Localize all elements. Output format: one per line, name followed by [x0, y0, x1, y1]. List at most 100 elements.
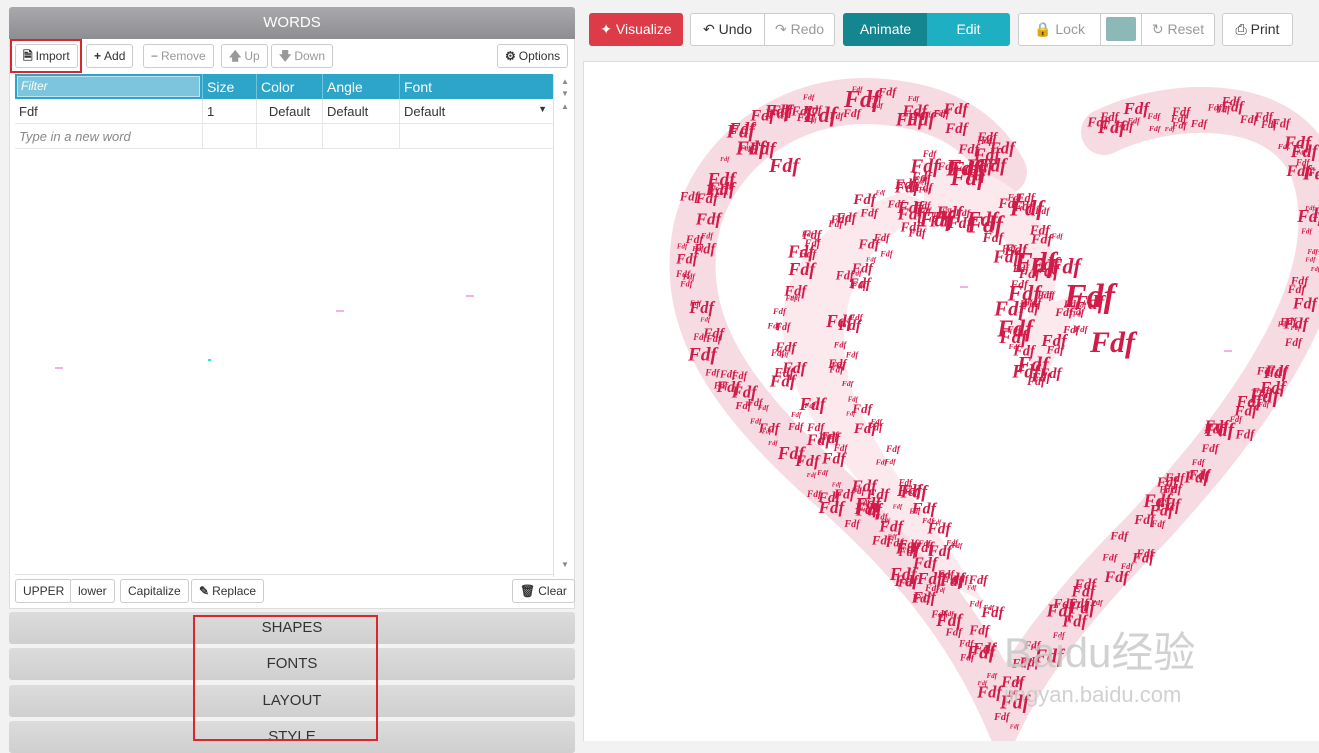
cloud-word: Fdf	[705, 334, 723, 345]
watermark-url: jingyan.baidu.com	[1003, 682, 1181, 707]
redo-icon: ↷	[775, 21, 787, 37]
lower-button[interactable]: lower	[70, 579, 115, 603]
edit-icon: ✎	[199, 584, 209, 598]
cloud-word: Fdf	[873, 233, 891, 244]
cloud-word: Fdf	[806, 490, 822, 500]
scroll-up-icon[interactable]: ▲	[561, 102, 569, 111]
cloud-word: Fdf	[1109, 528, 1129, 542]
down-button[interactable]: 🡇Down	[271, 44, 333, 68]
visualize-button[interactable]: ✦ Visualize	[589, 13, 683, 46]
cloud-word: Fdf	[787, 422, 805, 433]
cloud-word: Fdf	[943, 99, 970, 118]
cloud-word: Fdf	[1188, 467, 1212, 483]
cloud-word: Fdf	[1284, 337, 1303, 349]
magic-wand-icon: ✦	[600, 21, 612, 37]
cloud-word: Fdf	[731, 383, 759, 402]
column-header-size[interactable]: Size	[203, 74, 257, 99]
table-row[interactable]: Fdf 1 Default Default Default ▼	[15, 99, 553, 124]
options-button[interactable]: ⚙Options	[497, 44, 568, 68]
stray-pixel	[208, 359, 211, 361]
scroll-down-icon[interactable]: ▼	[561, 560, 569, 569]
cloud-word: Fdf	[704, 369, 720, 379]
words-panel-header[interactable]: WORDS	[9, 7, 575, 39]
lock-button[interactable]: 🔒 Lock	[1018, 13, 1101, 46]
cloud-word: Fdf	[720, 157, 730, 163]
scroll-up-icon[interactable]: ▲	[561, 77, 569, 86]
cloud-word: Fdf	[978, 680, 988, 687]
edit-button[interactable]: Edit	[927, 13, 1010, 46]
undo-button[interactable]: ↶ Undo	[690, 13, 765, 46]
cloud-word: Fdf	[832, 482, 842, 488]
cloud-word: Fdf	[980, 136, 996, 147]
cloud-word: Fdf	[968, 599, 983, 609]
word-cell[interactable]: Fdf	[15, 99, 203, 124]
cloud-word: Fdf	[1170, 114, 1188, 125]
table-scrollbar[interactable]: ▲ ▼ ▲ ▼	[559, 75, 571, 569]
cloud-word: Fdf	[1191, 457, 1206, 467]
cloud-word: Fdf	[1235, 427, 1257, 441]
cloud-word: Fdf	[1302, 164, 1319, 184]
column-header-color[interactable]: Color	[257, 74, 323, 99]
cloud-word: Fdf	[1136, 548, 1155, 560]
table-divider	[553, 75, 554, 577]
trash-icon: 🗑	[520, 584, 535, 598]
column-header-font[interactable]: Font	[400, 74, 554, 99]
capitalize-button[interactable]: Capitalize	[120, 579, 189, 603]
color-cell[interactable]: Default	[257, 99, 323, 124]
cloud-word: Fdf	[700, 232, 714, 241]
printer-icon: ⎙	[1236, 21, 1247, 37]
cloud-word: Fdf	[987, 673, 998, 680]
color-swatch-button[interactable]	[1100, 13, 1142, 46]
new-word-input[interactable]: Type in a new word	[15, 124, 203, 149]
redo-button[interactable]: ↷ Redo	[764, 13, 835, 46]
upper-button[interactable]: UPPER	[15, 579, 72, 603]
clear-button[interactable]: 🗑Clear	[512, 579, 575, 603]
cloud-word: Fdf	[1149, 124, 1162, 133]
cloud-word: Fdf	[908, 94, 921, 103]
replace-button[interactable]: ✎Replace	[191, 579, 264, 603]
color-swatch	[1106, 17, 1136, 41]
animate-button[interactable]: Animate	[843, 13, 928, 46]
cloud-word: Fdf	[1296, 150, 1306, 157]
word-cloud-canvas[interactable]: FdfFdfFdfFdfFdfFdfFdfFdfFdfFdfFdfFdfFdfF…	[583, 61, 1319, 741]
watermark-text: Baidu经验	[1004, 629, 1195, 676]
cloud-word: Fdf	[1201, 443, 1220, 455]
up-button[interactable]: 🡅Up	[221, 44, 268, 68]
scroll-down-icon[interactable]: ▼	[561, 89, 569, 98]
heart-shape	[693, 101, 1319, 712]
cloud-word: Fdf	[768, 155, 801, 177]
cloud-word: Fdf	[881, 519, 891, 525]
reset-button[interactable]: ↻ Reset	[1141, 13, 1215, 46]
cloud-word: Fdf	[1164, 470, 1186, 485]
cloud-word: Fdf	[690, 298, 703, 307]
add-label: Add	[104, 49, 125, 63]
cloud-word: Fdf	[944, 121, 970, 137]
cloud-word: Fdf	[984, 604, 995, 612]
cloud-word: Fdf	[893, 504, 903, 511]
gear-icon: ⚙	[505, 49, 516, 63]
cloud-word: Fdf	[1278, 320, 1289, 328]
stray-pixel	[466, 295, 474, 297]
cloud-word: Fdf	[774, 341, 797, 356]
visualize-label: Visualize	[616, 21, 672, 37]
cloud-word: Fdf	[842, 379, 855, 388]
cloud-word: Fdf	[913, 175, 929, 185]
column-header-angle[interactable]: Angle	[323, 74, 400, 99]
cloud-word: Fdf	[968, 623, 991, 638]
cloud-word: Fdf	[799, 394, 828, 414]
cloud-word: Fdf	[996, 317, 1035, 343]
caret-down-icon[interactable]: ▼	[538, 104, 547, 114]
print-button[interactable]: ⎙ Print	[1222, 13, 1293, 46]
cloud-word: Fdf	[876, 458, 889, 467]
cloud-word: Fdf	[1127, 116, 1142, 125]
add-button[interactable]: +Add	[86, 44, 133, 68]
new-word-row[interactable]: Type in a new word	[15, 124, 553, 149]
cloud-word: Fdf	[966, 212, 1005, 238]
size-cell[interactable]: 1	[203, 99, 257, 124]
remove-button[interactable]: −Remove	[143, 44, 214, 68]
filter-input[interactable]: Filter	[17, 76, 200, 97]
angle-cell[interactable]: Default	[323, 99, 400, 124]
cloud-word: Fdf	[922, 149, 938, 159]
font-cell[interactable]: Default ▼	[400, 99, 554, 124]
stray-pixel	[55, 367, 63, 369]
